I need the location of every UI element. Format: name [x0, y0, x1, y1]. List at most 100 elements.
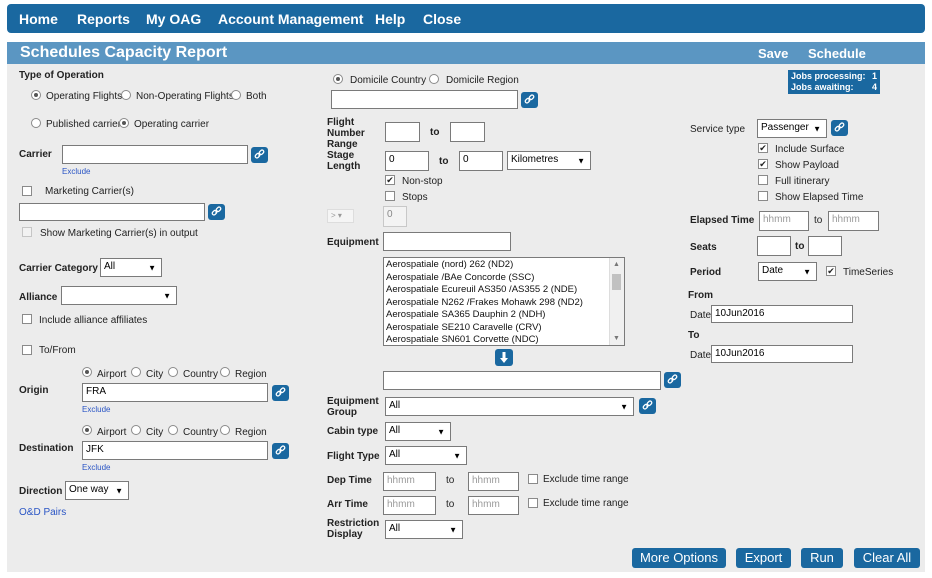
- nav-my-oag[interactable]: My OAG: [146, 11, 201, 27]
- arrow-down-icon[interactable]: [495, 349, 513, 366]
- nav-account-management[interactable]: Account Management: [218, 11, 363, 27]
- stage-length-to-input[interactable]: 0: [459, 151, 503, 171]
- cabin-type-select[interactable]: All ▼: [385, 422, 451, 441]
- show-marketing-checkbox[interactable]: [22, 227, 32, 237]
- domicile-region-radio[interactable]: [429, 74, 439, 84]
- jobs-awaiting-label: Jobs awaiting:: [791, 82, 854, 92]
- nav-reports[interactable]: Reports: [77, 11, 130, 27]
- dep-time-from-input[interactable]: hhmm: [383, 472, 436, 491]
- equipment-scrollbar[interactable]: ▲ ▼: [609, 258, 624, 345]
- schedule-link[interactable]: Schedule: [808, 46, 866, 61]
- origin-region-radio[interactable]: [220, 367, 230, 377]
- seats-from-input[interactable]: [757, 236, 791, 256]
- domicile-input[interactable]: [331, 90, 518, 109]
- origin-input[interactable]: FRA: [82, 383, 268, 402]
- destination-link-icon[interactable]: [272, 443, 289, 459]
- timeseries-checkbox[interactable]: ✔: [826, 266, 836, 276]
- stage-length-from-input[interactable]: 0: [385, 151, 429, 171]
- origin-link-icon[interactable]: [272, 385, 289, 401]
- scroll-thumb[interactable]: [612, 274, 621, 290]
- operating-flights-radio[interactable]: [31, 90, 41, 100]
- equipment-listbox[interactable]: Aerospatiale (nord) 262 (ND2) Aerospatia…: [383, 257, 625, 346]
- elapsed-time-to-input[interactable]: hhmm: [828, 211, 879, 231]
- destination-region-radio[interactable]: [220, 425, 230, 435]
- run-button[interactable]: Run: [801, 548, 843, 568]
- full-itinerary-checkbox[interactable]: [758, 175, 768, 185]
- list-item[interactable]: Aerospatiale SA365 Dauphin 2 (NDH): [386, 309, 545, 320]
- include-surface-checkbox[interactable]: ✔: [758, 143, 768, 153]
- arr-exclude-time-checkbox[interactable]: [528, 498, 538, 508]
- destination-city-radio[interactable]: [131, 425, 141, 435]
- list-item[interactable]: Aerospatiale SE210 Caravelle (CRV): [386, 322, 542, 333]
- nav-help[interactable]: Help: [375, 11, 405, 27]
- restriction-display-select[interactable]: All ▼: [385, 520, 463, 539]
- more-options-button[interactable]: More Options: [632, 548, 726, 568]
- service-type-select[interactable]: Passenger ▼: [757, 119, 827, 138]
- marketing-link-icon[interactable]: [208, 204, 225, 220]
- list-item[interactable]: Aerospatiale /BAe Concorde (SSC): [386, 272, 534, 283]
- to-date-input[interactable]: 10Jun2016: [711, 345, 853, 363]
- carrier-category-select[interactable]: All ▼: [100, 258, 162, 277]
- list-item[interactable]: Aerospatiale N262 /Frakes Mohawk 298 (ND…: [386, 297, 583, 308]
- arr-time-to-input[interactable]: hhmm: [468, 496, 519, 515]
- non-operating-flights-radio[interactable]: [121, 90, 131, 100]
- carrier-exclude-link[interactable]: Exclude: [62, 167, 90, 176]
- domicile-country-radio[interactable]: [333, 74, 343, 84]
- marketing-carrier-input[interactable]: [19, 203, 205, 221]
- direction-value: One way: [69, 484, 109, 495]
- domicile-link-icon[interactable]: [521, 92, 538, 108]
- clear-all-button[interactable]: Clear All: [854, 548, 920, 568]
- non-stop-checkbox[interactable]: ✔: [385, 175, 395, 185]
- flight-type-select[interactable]: All ▼: [385, 446, 467, 465]
- service-type-link-icon[interactable]: [831, 120, 848, 136]
- show-elapsed-time-checkbox[interactable]: [758, 191, 768, 201]
- flight-number-from-input[interactable]: [385, 122, 420, 142]
- destination-input[interactable]: JFK: [82, 441, 268, 460]
- operating-carrier-radio[interactable]: [119, 118, 129, 128]
- destination-airport-radio[interactable]: [82, 425, 92, 435]
- list-item[interactable]: Aerospatiale (nord) 262 (ND2): [386, 259, 513, 270]
- origin-country-radio[interactable]: [168, 367, 178, 377]
- stops-count-input[interactable]: 0: [383, 206, 407, 227]
- nav-home[interactable]: Home: [19, 11, 58, 27]
- equipment-link-icon[interactable]: [664, 372, 681, 388]
- scroll-up-icon[interactable]: ▲: [613, 261, 620, 268]
- marketing-carriers-checkbox[interactable]: [22, 186, 32, 196]
- dep-time-to-input[interactable]: hhmm: [468, 472, 519, 491]
- selected-equipment-input[interactable]: [383, 371, 661, 390]
- both-radio[interactable]: [231, 90, 241, 100]
- equipment-input[interactable]: [383, 232, 511, 251]
- destination-country-radio[interactable]: [168, 425, 178, 435]
- destination-exclude-link[interactable]: Exclude: [82, 463, 110, 472]
- stage-unit-select[interactable]: Kilometres ▼: [507, 151, 591, 170]
- alliance-select[interactable]: ▼: [61, 286, 177, 305]
- dep-exclude-time-checkbox[interactable]: [528, 474, 538, 484]
- list-item[interactable]: Aerospatiale SN601 Corvette (NDC): [386, 334, 539, 345]
- include-alliance-checkbox[interactable]: [22, 314, 32, 324]
- equipment-group-link-icon[interactable]: [639, 398, 656, 414]
- list-item[interactable]: Aerospatiale Ecureuil AS350 /AS355 2 (ND…: [386, 284, 577, 295]
- stops-checkbox[interactable]: [385, 191, 395, 201]
- export-button[interactable]: Export: [736, 548, 791, 568]
- od-pairs-link[interactable]: O&D Pairs: [19, 507, 66, 518]
- from-date-input[interactable]: 10Jun2016: [711, 305, 853, 323]
- carrier-link-icon[interactable]: [251, 147, 268, 163]
- seats-to-input[interactable]: [808, 236, 842, 256]
- show-payload-checkbox[interactable]: ✔: [758, 159, 768, 169]
- to-from-checkbox[interactable]: [22, 345, 32, 355]
- arr-time-from-input[interactable]: hhmm: [383, 496, 436, 515]
- flight-number-to-input[interactable]: [450, 122, 485, 142]
- origin-airport-radio[interactable]: [82, 367, 92, 377]
- published-carrier-radio[interactable]: [31, 118, 41, 128]
- save-link[interactable]: Save: [758, 46, 788, 61]
- origin-exclude-link[interactable]: Exclude: [82, 405, 110, 414]
- equipment-group-select[interactable]: All ▼: [385, 397, 634, 416]
- period-select[interactable]: Date ▼: [758, 262, 817, 281]
- scroll-down-icon[interactable]: ▼: [613, 335, 620, 342]
- elapsed-time-from-input[interactable]: hhmm: [759, 211, 809, 231]
- stops-operator-select[interactable]: > ▾: [327, 209, 354, 223]
- nav-close[interactable]: Close: [423, 11, 461, 27]
- origin-city-radio[interactable]: [131, 367, 141, 377]
- direction-select[interactable]: One way ▼: [65, 481, 129, 500]
- carrier-input[interactable]: [62, 145, 248, 164]
